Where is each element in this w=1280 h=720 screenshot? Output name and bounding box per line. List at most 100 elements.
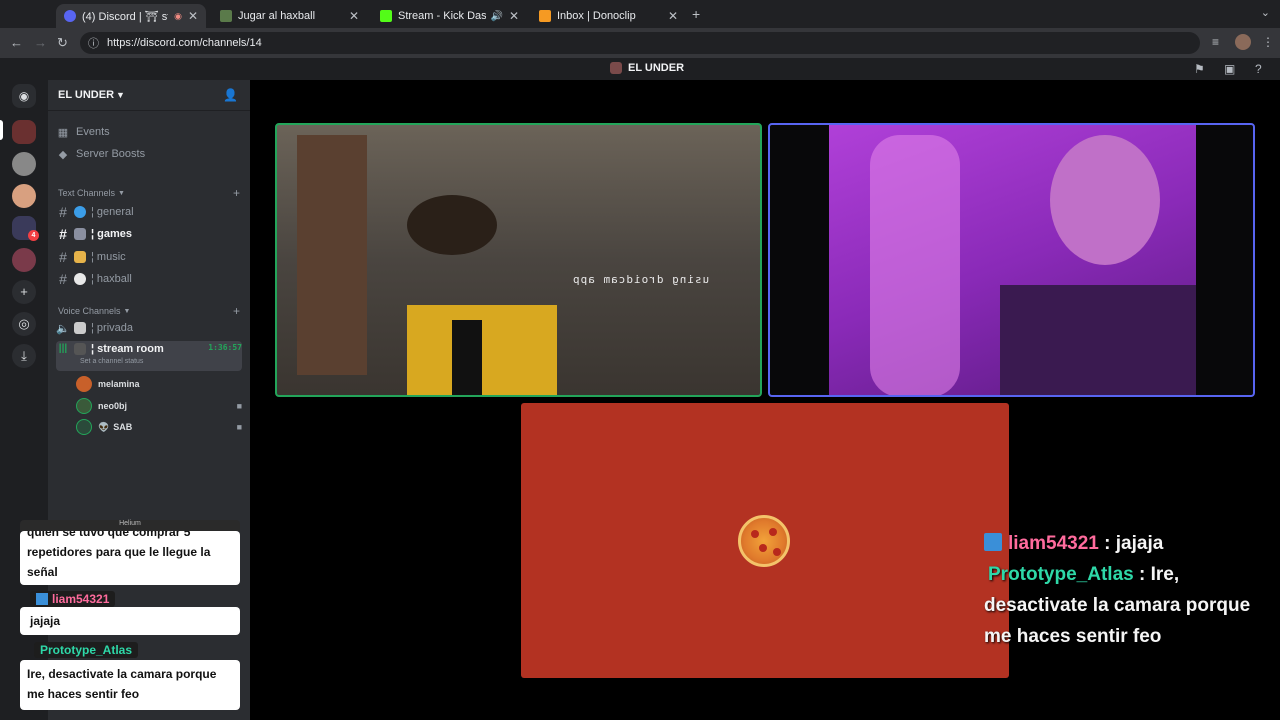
voice-channel-privada[interactable]: 🔈 ¦ privada bbox=[56, 318, 242, 338]
events-label: Events bbox=[76, 126, 110, 138]
tab-title: (4) Discord | ⛩ stream bbox=[82, 10, 168, 23]
close-tab-icon[interactable]: ✕ bbox=[188, 9, 198, 23]
explore-icon[interactable]: ◎ bbox=[12, 312, 36, 336]
new-tab-icon[interactable]: + bbox=[692, 6, 700, 22]
add-server-icon[interactable]: + bbox=[12, 280, 36, 304]
tab-donoclip[interactable]: Inbox | Donoclip ✕ bbox=[531, 4, 686, 28]
person-shirt bbox=[1000, 285, 1196, 395]
download-icon[interactable]: ⤓ bbox=[12, 344, 36, 368]
alien-emoji-icon: 👽 bbox=[98, 421, 110, 432]
person-shirt bbox=[407, 305, 557, 395]
globe-emoji-icon bbox=[74, 206, 86, 218]
text-channels-category[interactable]: Text Channels ▼ + bbox=[58, 186, 240, 200]
events-item[interactable]: ▦ Events bbox=[56, 122, 242, 142]
channel-general[interactable]: # ¦ general bbox=[56, 202, 242, 222]
gamepad-emoji-icon bbox=[74, 228, 86, 240]
live-voice-icon: ||| bbox=[58, 343, 68, 354]
voice-channels-category[interactable]: Voice Channels ▼ + bbox=[58, 304, 240, 318]
active-server-pill bbox=[0, 120, 3, 140]
music-emoji-icon bbox=[74, 251, 86, 263]
person-head bbox=[407, 195, 497, 255]
kick-badge-icon bbox=[984, 533, 1002, 551]
chevron-down-icon: ▼ bbox=[116, 90, 125, 100]
reload-icon[interactable]: ↻ bbox=[57, 35, 68, 51]
media-icon[interactable]: ≡ bbox=[1212, 35, 1219, 49]
close-tab-icon[interactable]: ✕ bbox=[509, 9, 519, 23]
channel-haxball[interactable]: # ¦ haxball bbox=[56, 269, 242, 289]
server-title: EL UNDER bbox=[610, 62, 684, 74]
invite-people-icon[interactable]: 👤 bbox=[223, 88, 238, 102]
overlay-text: : jajaja bbox=[1104, 533, 1164, 554]
hash-icon: # bbox=[59, 249, 67, 265]
gamepad-emoji-icon bbox=[74, 343, 86, 355]
haxball-favicon-icon bbox=[220, 10, 232, 22]
browser-menu-icon[interactable]: ⋮ bbox=[1262, 35, 1274, 49]
close-tab-icon[interactable]: ✕ bbox=[349, 9, 359, 23]
overlay-message: Prototype_Atlas : Ire, desactivate la ca… bbox=[984, 559, 1264, 652]
add-channel-icon[interactable]: + bbox=[233, 304, 240, 318]
chevron-down-icon: ▼ bbox=[118, 189, 125, 197]
category-label: Text Channels bbox=[58, 188, 116, 198]
notification-badge: 4 bbox=[28, 230, 39, 241]
forward-icon[interactable]: → bbox=[34, 35, 47, 50]
voice-user-melamina[interactable]: melamina bbox=[76, 374, 242, 394]
tab-search-chevron-icon[interactable]: ⌄ bbox=[1261, 6, 1270, 19]
discord-home-icon[interactable]: ◉ bbox=[12, 84, 36, 108]
discord-title-bar: EL UNDER ⚑ ▣ ? bbox=[0, 58, 1280, 80]
video-tile-camera-2[interactable] bbox=[768, 123, 1255, 397]
server-icon-5[interactable] bbox=[12, 248, 36, 272]
tab-discord[interactable]: (4) Discord | ⛩ stream ◉ ✕ bbox=[56, 4, 206, 28]
speaker-icon[interactable]: 🔊 bbox=[490, 11, 502, 22]
screen-share-tile[interactable] bbox=[521, 403, 1009, 678]
channel-name: ¦ stream room bbox=[91, 343, 164, 355]
tab-kick[interactable]: Stream - Kick Dashboard 🔊 ✕ bbox=[372, 4, 527, 28]
chat-bubble: jajaja bbox=[20, 607, 240, 635]
channel-name: ¦ haxball bbox=[91, 273, 132, 285]
back-icon[interactable]: ← bbox=[10, 35, 23, 50]
tab-haxball[interactable]: Jugar al haxball ✕ bbox=[212, 4, 367, 28]
clipboard-emoji-icon bbox=[74, 322, 86, 334]
username-text: liam54321 bbox=[52, 592, 110, 606]
raised-arm bbox=[870, 135, 960, 395]
voice-channel-stream-room[interactable]: ||| ¦ stream room 1:36:57 Set a channel … bbox=[56, 341, 242, 371]
user-name: neo0bj bbox=[98, 401, 128, 411]
server-boosts-item[interactable]: ◆ Server Boosts bbox=[56, 144, 242, 164]
category-label: Voice Channels bbox=[58, 306, 121, 316]
channel-music[interactable]: # ¦ music bbox=[56, 247, 242, 267]
avatar bbox=[76, 398, 92, 414]
tab-title: Stream - Kick Dashboard bbox=[398, 10, 487, 22]
voice-user-sab[interactable]: 👽 SAB ■ bbox=[76, 417, 242, 437]
overlay-username: Prototype_Atlas bbox=[988, 564, 1134, 585]
pizza-emoji-icon bbox=[738, 515, 790, 567]
server-el-under[interactable] bbox=[12, 120, 36, 144]
speaker-icon: 🔈 bbox=[56, 322, 70, 335]
screen-share-icon[interactable]: ▣ bbox=[1224, 62, 1235, 76]
hash-icon: # bbox=[59, 271, 67, 287]
flag-icon[interactable]: ⚑ bbox=[1194, 62, 1205, 76]
url-field[interactable]: ⓘ https://discord.com/channels/14 bbox=[80, 32, 1200, 54]
add-channel-icon[interactable]: + bbox=[233, 186, 240, 200]
chat-username: Prototype_Atlas bbox=[34, 642, 139, 658]
site-info-icon[interactable]: ⓘ bbox=[88, 35, 99, 51]
server-icon-3[interactable] bbox=[12, 184, 36, 208]
server-icon-2[interactable] bbox=[12, 152, 36, 176]
voice-user-neo0bj[interactable]: neo0bj ■ bbox=[76, 396, 242, 416]
recording-icon: ◉ bbox=[174, 10, 182, 21]
camera-icon: ■ bbox=[236, 401, 242, 411]
close-tab-icon[interactable]: ✕ bbox=[668, 9, 678, 23]
chat-bubble-prev: quien se tuvo que comprar 5 repetidores … bbox=[20, 531, 240, 585]
voice-timer: 1:36:57 bbox=[208, 343, 242, 352]
channel-games[interactable]: # ¦ games bbox=[56, 224, 242, 244]
video-tile-camera-1[interactable]: using droidcam app bbox=[275, 123, 762, 397]
avatar bbox=[76, 419, 92, 435]
server-icon bbox=[610, 62, 622, 74]
channel-status[interactable]: Set a channel status bbox=[80, 358, 143, 365]
hash-icon: # bbox=[59, 204, 67, 220]
profile-avatar[interactable] bbox=[1235, 34, 1251, 53]
guild-header[interactable]: EL UNDER ▼ bbox=[58, 89, 125, 101]
help-icon[interactable]: ? bbox=[1255, 62, 1262, 76]
boost-icon: ◆ bbox=[58, 148, 68, 161]
chat-text: quien se tuvo que comprar 5 repetidores … bbox=[27, 531, 211, 579]
soccer-ball-emoji-icon bbox=[74, 273, 86, 285]
chevron-down-icon: ▼ bbox=[123, 307, 131, 315]
